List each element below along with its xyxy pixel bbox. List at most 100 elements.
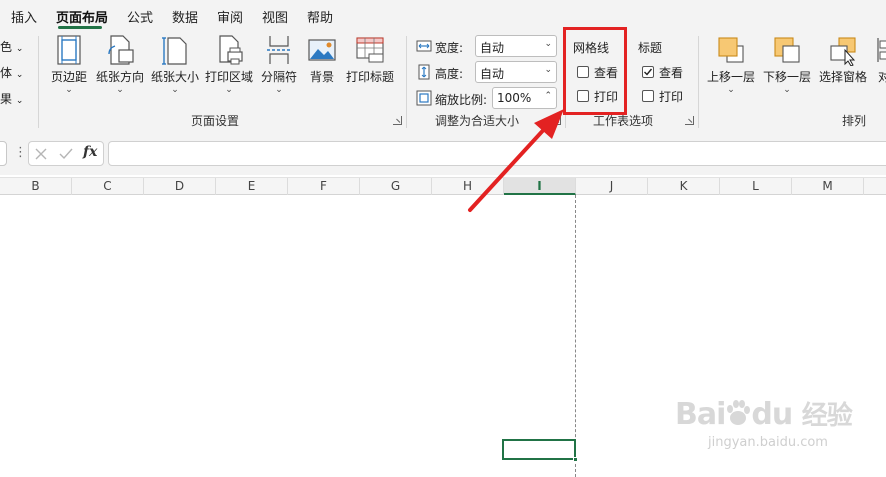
column-header[interactable]: F <box>288 178 360 195</box>
breaks-label: 分隔符 <box>260 70 297 84</box>
print-area-button[interactable]: 打印区域 ⌄ <box>203 34 255 95</box>
size-label: 纸张大小 <box>150 70 199 84</box>
print-area-icon <box>219 35 243 65</box>
orientation-label: 纸张方向 <box>95 70 144 84</box>
bring-forward-icon <box>718 37 744 63</box>
tab-page-layout[interactable]: 页面布局 <box>56 7 108 26</box>
orientation-icon <box>108 35 134 65</box>
headings-view-checkbox[interactable] <box>642 66 654 78</box>
sheet-options-launcher-icon[interactable] <box>685 116 694 125</box>
spinner-icon[interactable]: ⌃ <box>544 91 552 101</box>
selection-pane-button[interactable]: 选择窗格 <box>816 34 870 85</box>
active-cell[interactable] <box>502 439 576 460</box>
send-backward-button[interactable]: 下移一层 ⌄ <box>760 34 814 95</box>
watermark-cn: 经验 <box>801 401 853 431</box>
tab-help[interactable]: 帮助 <box>307 7 333 26</box>
bring-forward-label: 上移一层 <box>706 70 755 84</box>
column-header[interactable]: E <box>216 178 288 195</box>
column-header[interactable]: G <box>360 178 432 195</box>
headings-title: 标题 <box>638 41 663 55</box>
width-value: 自动 <box>480 41 505 55</box>
print-titles-icon <box>356 37 384 63</box>
watermark-brand2: du <box>751 397 793 432</box>
chevron-down-icon: ⌄ <box>225 85 233 95</box>
menu-bar: 插入 页面布局 公式 数据 审阅 视图 帮助 <box>0 0 886 30</box>
column-header[interactable]: M <box>792 178 864 195</box>
chevron-down-icon: ⌄ <box>544 39 552 49</box>
checkmark-icon <box>644 68 653 76</box>
ribbon-separator <box>698 36 699 128</box>
name-box[interactable] <box>0 141 7 166</box>
headings-print-checkbox[interactable] <box>642 90 654 102</box>
margins-button[interactable]: 页边距 ⌄ <box>48 34 90 95</box>
scale-icon <box>416 90 432 106</box>
margins-icon <box>57 35 81 65</box>
watermark-url: jingyan.baidu.com <box>708 435 828 450</box>
baidu-watermark-logo: Bai du 经验 <box>675 395 853 432</box>
bring-forward-button[interactable]: 上移一层 ⌄ <box>704 34 758 95</box>
chevron-down-icon: ⌄ <box>275 85 283 95</box>
orientation-button[interactable]: 纸张方向 ⌄ <box>94 34 146 95</box>
width-label: 宽度: <box>435 41 464 55</box>
send-backward-icon <box>774 37 800 63</box>
width-dropdown[interactable]: 自动 ⌄ <box>475 35 557 57</box>
column-header[interactable]: K <box>648 178 720 195</box>
page-setup-launcher-icon[interactable] <box>393 116 402 125</box>
align-button[interactable]: 对 <box>874 34 886 85</box>
ribbon-separator <box>406 36 407 128</box>
column-header[interactable]: B <box>0 178 72 195</box>
column-header[interactable]: C <box>72 178 144 195</box>
tab-view[interactable]: 视图 <box>262 7 288 26</box>
background-label: 背景 <box>309 70 334 84</box>
height-value: 自动 <box>480 67 505 81</box>
theme-colors-button[interactable]: 色 ⌄ <box>0 38 23 55</box>
more-options-icon[interactable]: ⋮ <box>14 145 27 160</box>
background-button[interactable]: 背景 <box>305 34 339 85</box>
tab-review[interactable]: 审阅 <box>217 7 243 26</box>
size-button[interactable]: 纸张大小 ⌄ <box>149 34 201 95</box>
page-break-line <box>575 195 576 477</box>
chevron-down-icon: ⌄ <box>783 85 791 95</box>
chevron-down-icon: ⌄ <box>65 85 73 95</box>
insert-function-button[interactable]: fx <box>83 144 97 160</box>
annotation-highlight-box <box>563 27 627 115</box>
print-titles-label: 打印标题 <box>345 70 394 84</box>
breaks-button[interactable]: 分隔符 ⌄ <box>258 34 300 95</box>
ribbon: 色 ⌄ 体 ⌄ 果 ⌄ 页边距 ⌄ 纸张方向 ⌄ 纸张大小 ⌄ 打印区域 ⌄ 分… <box>0 30 886 132</box>
ribbon-separator <box>38 36 39 128</box>
paper-size-icon <box>162 37 187 65</box>
tab-data[interactable]: 数据 <box>172 7 198 26</box>
tab-insert[interactable]: 插入 <box>11 7 37 26</box>
chevron-down-icon: ⌄ <box>544 65 552 75</box>
selection-pane-icon <box>830 37 856 66</box>
height-icon <box>418 64 430 80</box>
print-titles-button[interactable]: 打印标题 <box>344 34 396 85</box>
watermark-brand: Bai <box>675 397 726 432</box>
cancel-icon[interactable] <box>35 148 47 160</box>
send-backward-label: 下移一层 <box>762 70 811 84</box>
chevron-down-icon: ⌄ <box>727 85 735 95</box>
print-area-label: 打印区域 <box>204 70 253 84</box>
theme-fonts-button[interactable]: 体 ⌄ <box>0 64 23 81</box>
headings-view-label: 查看 <box>659 66 684 80</box>
column-header[interactable]: J <box>576 178 648 195</box>
selection-pane-label: 选择窗格 <box>818 70 867 84</box>
column-headers: B C D E F G H I J K L M <box>0 177 886 195</box>
fill-handle[interactable] <box>573 457 578 462</box>
align-icon <box>877 38 886 62</box>
formula-buttons: fx <box>28 141 104 166</box>
width-icon <box>416 40 432 52</box>
tab-formulas[interactable]: 公式 <box>127 7 153 26</box>
enter-icon[interactable] <box>59 148 73 160</box>
theme-effects-button[interactable]: 果 ⌄ <box>0 90 23 107</box>
margins-label: 页边距 <box>50 70 87 84</box>
height-dropdown[interactable]: 自动 ⌄ <box>475 61 557 83</box>
column-header[interactable]: L <box>720 178 792 195</box>
excel-window: 插入 页面布局 公式 数据 审阅 视图 帮助 色 ⌄ 体 ⌄ 果 ⌄ 页边距 ⌄ <box>0 0 886 477</box>
column-header[interactable]: D <box>144 178 216 195</box>
chevron-down-icon: ⌄ <box>171 85 179 95</box>
group-label-page-setup: 页面设置 <box>191 114 240 128</box>
chevron-down-icon: ⌄ <box>116 85 124 95</box>
height-label: 高度: <box>435 67 464 81</box>
breaks-icon <box>267 36 291 64</box>
